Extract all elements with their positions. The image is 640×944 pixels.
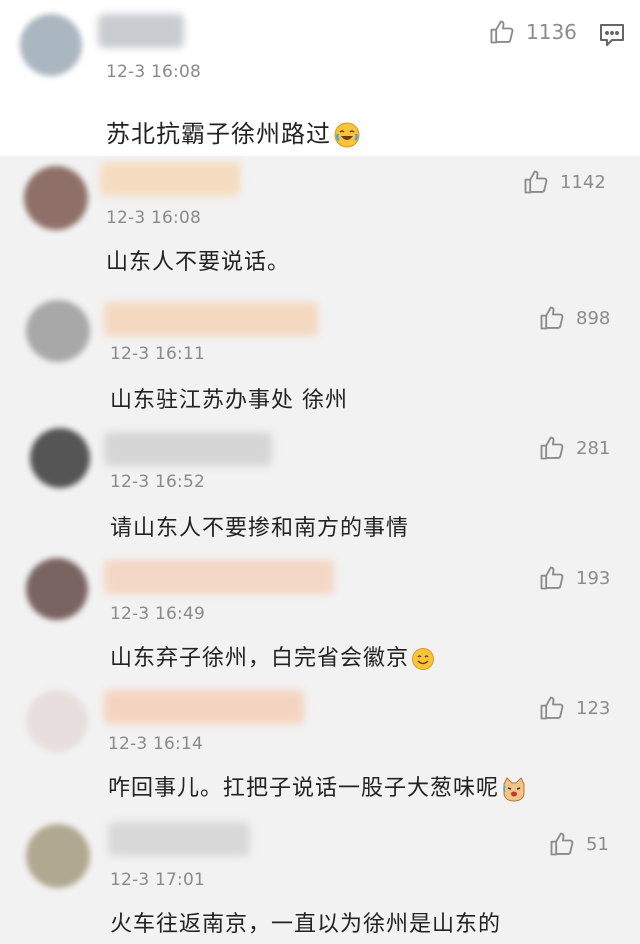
comment-text-content: 请山东人不要掺和南方的事情 <box>110 516 410 541</box>
comment-text-content: 山东驻江苏办事处 徐州 <box>110 388 348 413</box>
like-button[interactable]: 898 <box>538 304 610 332</box>
username-redacted[interactable] <box>100 162 240 196</box>
thumbs-up-icon <box>540 566 564 590</box>
thumbs-up-icon <box>540 306 564 330</box>
comment-time: 12-3 17:01 <box>110 870 205 890</box>
comment-text-content: 苏北抗霸子徐州路过 <box>106 120 331 148</box>
like-button[interactable]: 1136 <box>488 18 577 46</box>
thumbs-up-icon <box>540 696 564 720</box>
comment-text-content: 火车往返南京，一直以为徐州是山东的 <box>110 912 502 937</box>
like-count: 898 <box>576 307 611 329</box>
thumbs-up-icon <box>550 832 574 856</box>
comment-time: 12-3 16:08 <box>106 208 201 228</box>
thumbs-up-icon <box>524 170 548 194</box>
like-button[interactable]: 1142 <box>522 168 606 196</box>
avatar[interactable] <box>24 166 88 230</box>
comment-text: 咋回事儿。扛把子说话一股子大葱味呢 <box>108 770 527 802</box>
comment-text: 山东弃子徐州，白完省会徽京 <box>110 640 435 672</box>
avatar[interactable] <box>26 824 90 888</box>
smile-emoji-icon <box>412 648 435 670</box>
like-count: 281 <box>576 437 611 459</box>
thumbs-up-icon <box>490 20 514 44</box>
avatar[interactable] <box>26 558 88 620</box>
comment-reply-icon[interactable] <box>598 22 626 48</box>
like-count: 123 <box>576 697 611 719</box>
comment-time: 12-3 16:14 <box>108 734 203 754</box>
like-count: 193 <box>576 567 611 589</box>
laugh-cry-emoji-icon <box>334 122 360 148</box>
comment-item: 12-3 16:14 123 咋回事儿。扛把子说话一股子大葱味呢 <box>0 686 640 820</box>
comment-text: 火车往返南京，一直以为徐州是山东的 <box>110 906 501 938</box>
comment-item: 12-3 16:08 1136 苏北抗霸子徐州路过 <box>0 0 640 156</box>
comment-time: 12-3 16:08 <box>106 62 201 82</box>
comment-text: 山东驻江苏办事处 徐州 <box>110 382 348 414</box>
comment-text-content: 山东人不要说话。 <box>106 250 291 275</box>
like-count: 51 <box>586 833 609 855</box>
like-button[interactable]: 193 <box>538 564 610 592</box>
thumbs-up-icon <box>540 436 564 460</box>
comment-time: 12-3 16:11 <box>110 344 205 364</box>
username-redacted[interactable] <box>104 560 334 594</box>
like-count: 1142 <box>560 171 606 193</box>
like-button[interactable]: 123 <box>538 694 610 722</box>
comment-text: 请山东人不要掺和南方的事情 <box>110 510 409 542</box>
avatar[interactable] <box>26 300 90 362</box>
username-redacted[interactable] <box>104 302 318 336</box>
comment-text: 山东人不要说话。 <box>106 244 290 276</box>
like-count: 1136 <box>526 20 577 44</box>
comment-time: 12-3 16:49 <box>110 604 205 624</box>
avatar[interactable] <box>30 428 90 488</box>
avatar[interactable] <box>20 14 82 76</box>
username-redacted[interactable] <box>98 14 184 48</box>
username-redacted[interactable] <box>104 690 304 724</box>
cat-emoji-icon <box>503 777 525 802</box>
username-redacted[interactable] <box>108 822 250 856</box>
comment-item: 12-3 17:01 51 火车往返南京，一直以为徐州是山东的 <box>0 820 640 944</box>
comment-text-content: 山东弃子徐州，白完省会徽京 <box>110 646 410 671</box>
comment-text: 苏北抗霸子徐州路过 <box>106 114 361 149</box>
avatar[interactable] <box>26 690 88 752</box>
comment-item: 12-3 16:11 898 山东驻江苏办事处 徐州 <box>0 296 640 426</box>
like-button[interactable]: 281 <box>538 434 610 462</box>
comment-item: 12-3 16:08 1142 山东人不要说话。 <box>0 156 640 296</box>
username-redacted[interactable] <box>104 432 272 466</box>
comment-item: 12-3 16:49 193 山东弃子徐州，白完省会徽京 <box>0 556 640 686</box>
comment-list: 12-3 16:08 1136 苏北抗霸子徐州路过 12-3 16:08 114… <box>0 0 640 944</box>
comment-time: 12-3 16:52 <box>110 472 205 492</box>
like-button[interactable]: 51 <box>548 830 609 858</box>
comment-item: 12-3 16:52 281 请山东人不要掺和南方的事情 <box>0 426 640 556</box>
comment-text-content: 咋回事儿。扛把子说话一股子大葱味呢 <box>108 776 500 801</box>
